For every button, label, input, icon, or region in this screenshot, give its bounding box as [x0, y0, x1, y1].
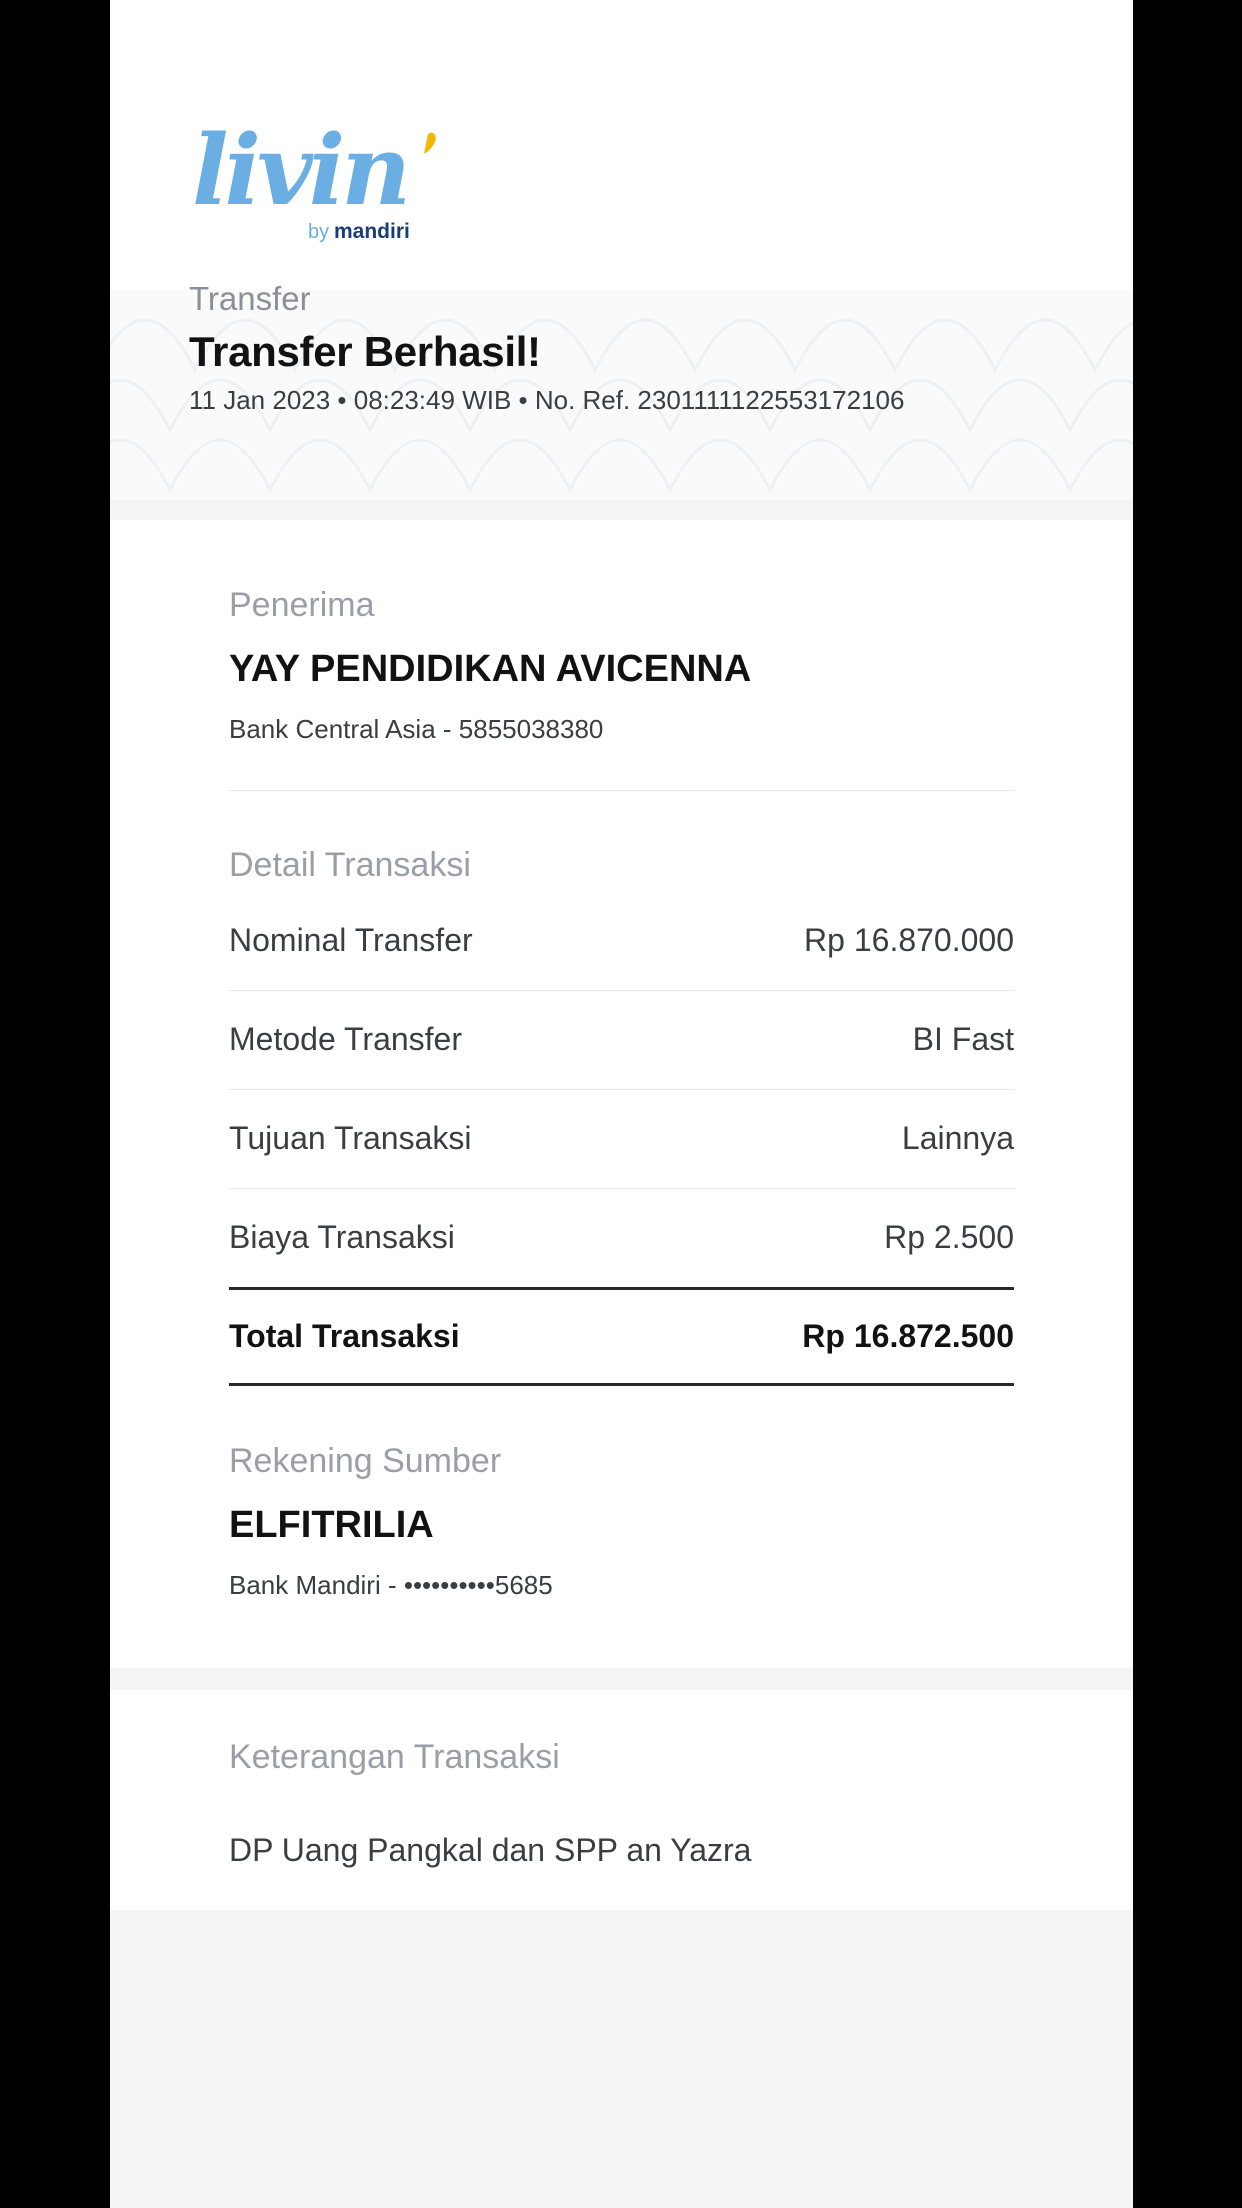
svg-text:by: by: [308, 221, 329, 243]
transaction-category: Transfer: [189, 280, 311, 317]
detail-row-label: Metode Transfer: [229, 1021, 462, 1057]
notes-card: Keterangan Transaksi DP Uang Pangkal dan…: [110, 1690, 1133, 1910]
row-divider: [229, 1188, 1014, 1189]
detail-row-value: Lainnya: [901, 1120, 1014, 1156]
details-section-label: Detail Transaksi: [229, 846, 471, 884]
total-value: Rp 16.872.500: [802, 1318, 1014, 1354]
row-divider: [229, 1089, 1014, 1090]
total-bottom-rule: [229, 1383, 1014, 1386]
detail-row-label: Biaya Transaksi: [229, 1219, 455, 1255]
transaction-meta: 11 Jan 2023 • 08:23:49 WIB • No. Ref. 23…: [189, 385, 905, 415]
source-account-name: ELFITRILIA: [229, 1504, 434, 1546]
svg-text:livin: livin: [192, 114, 407, 227]
recipient-section-label: Penerima: [229, 586, 375, 624]
detail-row-label: Tujuan Transaksi: [229, 1120, 472, 1156]
transfer-status-title: Transfer Berhasil!: [189, 328, 541, 375]
receipt-header: livin by mandiri Transfer Transfer Berha…: [110, 0, 1133, 500]
recipient-name: YAY PENDIDIKAN AVICENNA: [229, 648, 752, 690]
detail-row-label: Nominal Transfer: [229, 922, 473, 958]
svg-text:mandiri: mandiri: [334, 220, 410, 243]
source-account-number: Bank Mandiri - ••••••••••5685: [229, 1570, 553, 1600]
total-label: Total Transaksi: [229, 1318, 460, 1354]
recipient-account: Bank Central Asia - 5855038380: [229, 714, 604, 744]
receipt-screen: livin by mandiri Transfer Transfer Berha…: [110, 0, 1133, 2208]
row-divider: [229, 990, 1014, 991]
total-top-rule: [229, 1287, 1014, 1290]
detail-row-value: BI Fast: [912, 1021, 1014, 1057]
notes-text: DP Uang Pangkal dan SPP an Yazra: [229, 1832, 752, 1868]
section-divider: [229, 790, 1014, 791]
transaction-card: Penerima YAY PENDIDIKAN AVICENNA Bank Ce…: [110, 520, 1133, 1668]
letterbox-right: [1133, 0, 1242, 2208]
letterbox-left: [0, 0, 110, 2208]
source-section-label: Rekening Sumber: [229, 1442, 502, 1480]
detail-row-value: Rp 16.870.000: [804, 922, 1014, 958]
livin-mandiri-logo: livin by mandiri: [192, 114, 436, 243]
detail-row-value: Rp 2.500: [884, 1219, 1014, 1255]
notes-section-label: Keterangan Transaksi: [229, 1738, 560, 1776]
